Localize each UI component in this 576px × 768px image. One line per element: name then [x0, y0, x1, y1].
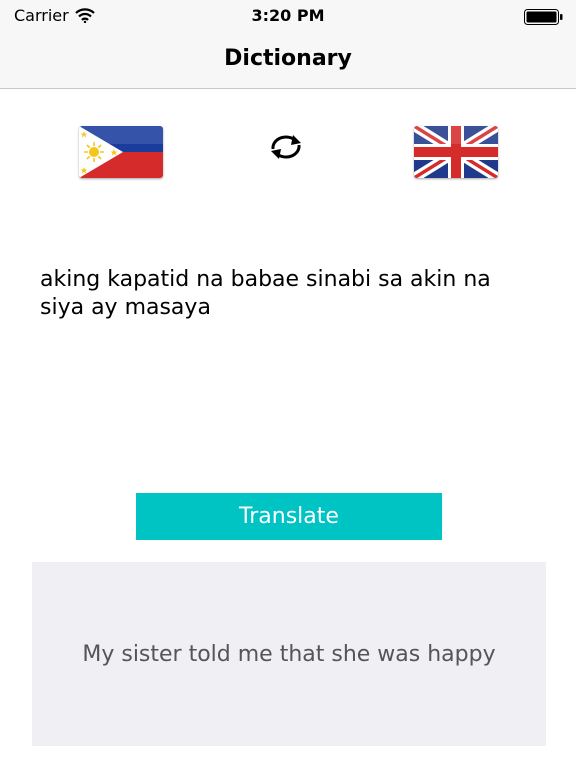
- source-text-input[interactable]: aking kapatid na babae sinabi sa akin na…: [40, 266, 540, 322]
- status-bar: Carrier 3:20 PM: [0, 0, 576, 34]
- translation-result-box: My sister told me that she was happy: [32, 562, 546, 746]
- target-language-flag[interactable]: [414, 126, 498, 178]
- page-title: Dictionary: [224, 46, 352, 71]
- uk-flag-icon: [414, 126, 498, 178]
- swap-languages-button[interactable]: [264, 129, 308, 165]
- translation-result-text: My sister told me that she was happy: [82, 641, 496, 667]
- battery-icon: [524, 9, 564, 25]
- clock: 3:20 PM: [251, 6, 325, 25]
- philippines-flag-icon: [79, 126, 163, 178]
- swap-arrows-icon: [271, 135, 301, 159]
- translate-button[interactable]: Translate: [136, 493, 442, 540]
- navigation-bar: Dictionary: [0, 34, 576, 89]
- source-language-flag[interactable]: [79, 126, 163, 178]
